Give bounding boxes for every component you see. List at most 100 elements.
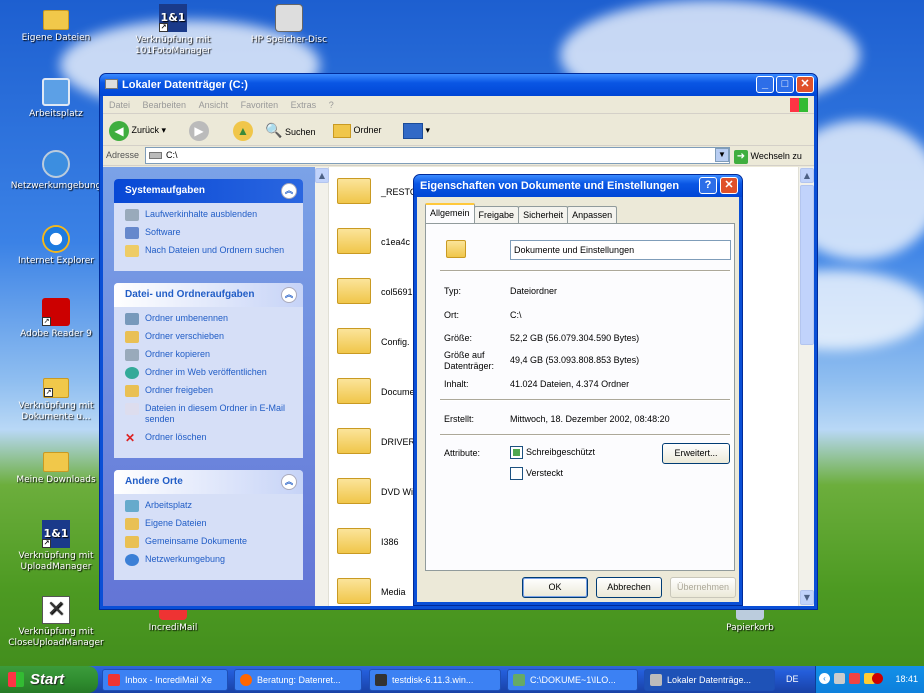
- dialog-titlebar[interactable]: Eigenschaften von Dokumente und Einstell…: [414, 175, 742, 197]
- task-email-folder[interactable]: Dateien in diesem Ordner in E-Mail sende…: [125, 403, 295, 425]
- clock[interactable]: 18:41: [895, 666, 918, 693]
- task-rename-folder[interactable]: Ordner umbenennen: [125, 313, 295, 325]
- ok-button[interactable]: OK: [522, 577, 588, 598]
- help-button[interactable]: ?: [699, 177, 717, 194]
- tab-allgemein[interactable]: Allgemein: [425, 203, 475, 223]
- taskbar-button-incredimail[interactable]: Inbox - IncrediMail Xe: [102, 669, 228, 691]
- forward-button[interactable]: ▶: [189, 120, 209, 141]
- taskbar-button-firefox[interactable]: Beratung: Datenret...: [234, 669, 362, 691]
- menu-favoriten[interactable]: Favoriten: [241, 100, 279, 110]
- task-copy-folder[interactable]: Ordner kopieren: [125, 349, 295, 361]
- my-documents-icon: [125, 518, 139, 530]
- menu-help[interactable]: ?: [329, 100, 334, 110]
- desktop-icon-uploadmanager[interactable]: 1&1 ↗ Verknüpfung mit UploadManager: [8, 520, 104, 573]
- folder-name-field[interactable]: Dokumente und Einstellungen: [510, 240, 731, 260]
- archive-icon: [375, 674, 387, 686]
- collapse-icon[interactable]: ︽: [281, 287, 297, 303]
- toolbar: ◀ Zurück ▾ ▶ ▲ 🔍 Suchen Ordner ▾: [103, 98, 814, 146]
- desktop-icon-my-computer[interactable]: Arbeitsplatz: [8, 78, 104, 120]
- task-search-files[interactable]: Nach Dateien und Ordnern suchen: [125, 245, 295, 257]
- tab-sicherheit[interactable]: Sicherheit: [518, 206, 569, 223]
- taskbar-button-testdisk[interactable]: testdisk-6.11.3.win...: [369, 669, 501, 691]
- rename-icon: [125, 313, 139, 325]
- apply-button[interactable]: Übernehmen: [670, 577, 736, 598]
- vertical-scrollbar[interactable]: ▲ ▼: [798, 167, 814, 606]
- search-button[interactable]: 🔍 Suchen: [265, 120, 315, 140]
- task-move-folder[interactable]: Ordner verschieben: [125, 331, 295, 343]
- forward-arrow-icon: ▶: [189, 120, 209, 141]
- scroll-up-button[interactable]: ▲: [315, 168, 329, 183]
- firefox-icon: [240, 674, 252, 686]
- tab-anpassen[interactable]: Anpassen: [567, 206, 618, 223]
- start-button[interactable]: Start: [0, 666, 98, 693]
- place-shared-documents[interactable]: Gemeinsame Dokumente: [125, 536, 295, 548]
- scroll-up-button[interactable]: ▲: [800, 168, 814, 183]
- pane-scrollbar[interactable]: ▲: [315, 167, 329, 606]
- collapse-icon[interactable]: ︽: [281, 474, 297, 490]
- desktop-icon-hp-disc[interactable]: HP Speicher-Disc: [241, 4, 337, 46]
- content-value: 41.024 Dateien, 4.374 Ordner: [510, 379, 630, 389]
- desktop-icon-documents-shortcut[interactable]: ↗ Verknüpfung mit Dokumente u...: [8, 372, 104, 423]
- desktop-icon-my-documents[interactable]: Eigene Dateien: [8, 4, 104, 44]
- desktop-icon-closeuploadmanager[interactable]: ✕ Verknüpfung mit CloseUploadManager: [8, 596, 104, 649]
- cancel-button[interactable]: Abbrechen: [596, 577, 662, 598]
- scroll-down-button[interactable]: ▼: [800, 590, 814, 605]
- folder-icon: [337, 578, 371, 604]
- collapse-icon[interactable]: ︽: [281, 183, 297, 199]
- tray-security-icon[interactable]: [849, 673, 860, 684]
- advanced-button[interactable]: Erweitert...: [662, 443, 730, 464]
- language-indicator[interactable]: DE: [786, 674, 799, 684]
- folders-button[interactable]: Ordner: [333, 120, 382, 140]
- readonly-checkbox[interactable]: Schreibgeschützt: [510, 446, 595, 460]
- taskbar-button-folder[interactable]: C:\DOKUME~1\ILO...: [507, 669, 638, 691]
- tray-expand-icon[interactable]: ‹: [819, 673, 830, 684]
- menu-ansicht[interactable]: Ansicht: [199, 100, 229, 110]
- system-tasks-panel: Systemaufgaben ︽ Laufwerkinhalte ausblen…: [114, 179, 303, 271]
- location-value: C:\: [510, 310, 522, 320]
- dialog-close-button[interactable]: ✕: [720, 177, 738, 194]
- views-button[interactable]: ▾: [403, 120, 430, 140]
- place-my-computer[interactable]: Arbeitsplatz: [125, 500, 295, 512]
- minimize-button[interactable]: _: [756, 76, 774, 93]
- tab-freigabe[interactable]: Freigabe: [473, 206, 520, 223]
- go-button[interactable]: ➜ Wechseln zu: [734, 149, 802, 164]
- task-publish-web[interactable]: Ordner im Web veröffentlichen: [125, 367, 295, 379]
- general-panel: Dokumente und Einstellungen Typ: Dateior…: [425, 223, 735, 571]
- system-tasks-header[interactable]: Systemaufgaben ︽: [114, 179, 303, 203]
- desktop-icon-incredimail[interactable]: IncrediMail: [125, 606, 221, 634]
- desktop-icon-my-downloads[interactable]: Meine Downloads: [8, 446, 104, 486]
- taskbar-button-explorer[interactable]: Lokaler Datenträge...: [644, 669, 775, 691]
- address-input[interactable]: C:\: [145, 147, 730, 164]
- task-software[interactable]: Software: [125, 227, 295, 239]
- tray-app-icon[interactable]: [834, 673, 845, 684]
- desktop-icon-adobe-reader[interactable]: ↗ Adobe Reader 9: [8, 298, 104, 340]
- back-button[interactable]: ◀ Zurück ▾: [109, 120, 166, 141]
- address-dropdown-button[interactable]: ▼: [715, 148, 729, 162]
- other-places-header[interactable]: Andere Orte ︽: [114, 470, 303, 494]
- desktop-icon-network[interactable]: Netzwerkumgebung: [8, 150, 104, 192]
- task-share-folder[interactable]: Ordner freigeben: [125, 385, 295, 397]
- adobe-reader-icon: ↗: [42, 298, 70, 326]
- file-tasks-header[interactable]: Datei- und Ordneraufgaben ︽: [114, 283, 303, 307]
- menu-extras[interactable]: Extras: [291, 100, 317, 110]
- scroll-thumb[interactable]: [800, 185, 814, 345]
- address-bar: Adresse C:\ ▼ ➜ Wechseln zu: [103, 146, 814, 166]
- close-button[interactable]: ✕: [796, 76, 814, 93]
- menu-bearbeiten[interactable]: Bearbeiten: [143, 100, 187, 110]
- desktop-icon-recycle-bin[interactable]: Papierkorb: [702, 606, 798, 634]
- task-delete-folder[interactable]: ✕ Ordner löschen: [125, 432, 295, 444]
- disc-drive-icon: [275, 4, 303, 32]
- desktop-icon-internet-explorer[interactable]: Internet Explorer: [8, 225, 104, 267]
- desktop-icon-fotomanager[interactable]: 1&1 ↗ Verknüpfung mit 101FotoManager: [125, 4, 221, 57]
- up-button[interactable]: ▲: [233, 120, 253, 141]
- windows-logo-icon: [790, 98, 808, 112]
- task-hide-drive-contents[interactable]: Laufwerkinhalte ausblenden: [125, 209, 295, 221]
- task-pane: Systemaufgaben ︽ Laufwerkinhalte ausblen…: [103, 167, 315, 606]
- maximize-button[interactable]: □: [776, 76, 794, 93]
- place-network[interactable]: Netzwerkumgebung: [125, 554, 295, 566]
- tray-antivirus-icon[interactable]: [872, 673, 883, 684]
- place-my-documents[interactable]: Eigene Dateien: [125, 518, 295, 530]
- menu-datei[interactable]: Datei: [109, 100, 130, 110]
- explorer-titlebar[interactable]: Lokaler Datenträger (C:) _ □ ✕: [100, 74, 817, 96]
- hidden-checkbox[interactable]: Versteckt: [510, 467, 563, 481]
